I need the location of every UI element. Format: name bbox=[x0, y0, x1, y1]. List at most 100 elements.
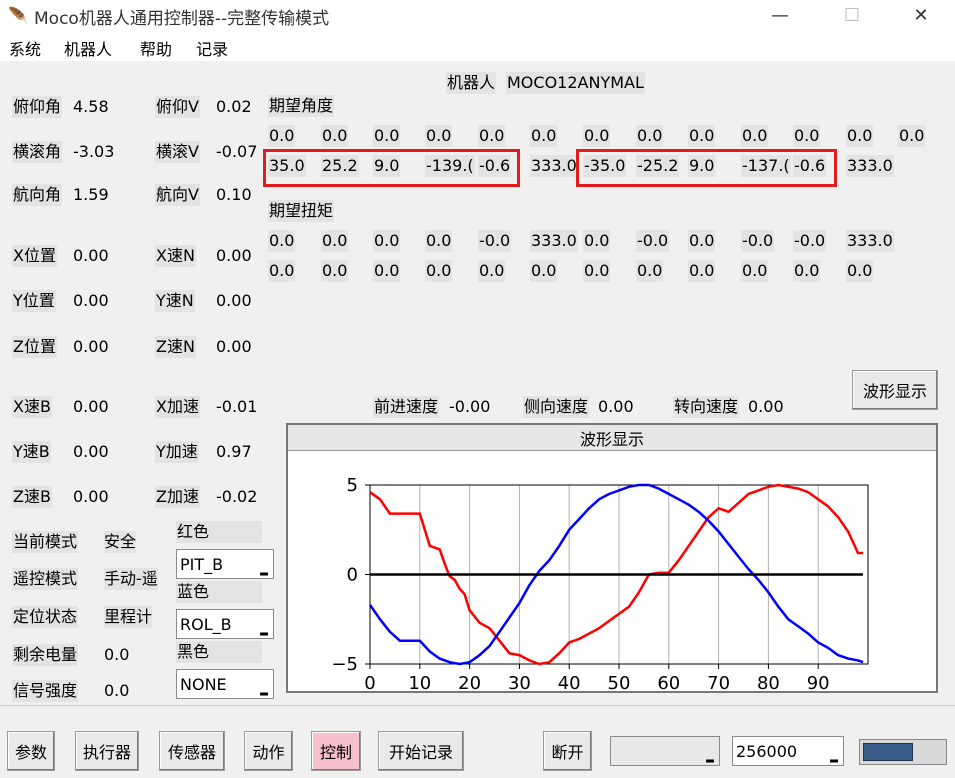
y-vel-b-label: Y速B bbox=[12, 441, 51, 463]
baud-select[interactable]: 256000 ▂ bbox=[732, 736, 844, 766]
red-series-select[interactable]: PIT_B ▂ bbox=[176, 549, 274, 579]
x-tick-label: 60 bbox=[657, 673, 680, 691]
expected-torque-cell: 0.0 bbox=[425, 260, 453, 282]
signal-strength-value: 0.0 bbox=[104, 681, 130, 700]
expected-angle-cell: 0.0 bbox=[793, 125, 821, 147]
battery-label: 剩余电量 bbox=[12, 644, 79, 666]
sensor-button[interactable]: 传感器 bbox=[159, 731, 225, 771]
expected-torque-cell: -0.0 bbox=[741, 230, 775, 252]
expected-torque-cell: 0.0 bbox=[321, 260, 349, 282]
chevron-down-icon: ▂ bbox=[827, 749, 841, 763]
action-button[interactable]: 动作 bbox=[244, 731, 293, 771]
black-series-select[interactable]: NONE ▂ bbox=[176, 669, 274, 699]
expected-torque-cell: 0.0 bbox=[688, 260, 716, 282]
waveform-display-button[interactable]: 波形显示 bbox=[852, 370, 938, 410]
z-vel-n-value: 0.00 bbox=[216, 337, 252, 356]
roll-v-value: -0.07 bbox=[216, 142, 258, 161]
blue-series-value: ROL_B bbox=[180, 614, 232, 634]
x-accel-label: X加速 bbox=[155, 396, 200, 418]
expected-torque-cell: 0.0 bbox=[425, 230, 453, 252]
expected-angle-cell: 0.0 bbox=[425, 125, 453, 147]
start-record-button[interactable]: 开始记录 bbox=[378, 731, 464, 771]
expected-angle-cell: 333.0 bbox=[846, 155, 894, 177]
yaw-v-label: 航向V bbox=[155, 184, 200, 206]
turn-speed-value: 0.00 bbox=[748, 397, 784, 416]
x-tick-label: 70 bbox=[707, 673, 730, 691]
expected-angle-cell: 0.0 bbox=[898, 125, 926, 147]
menu-record[interactable]: 记录 bbox=[196, 36, 228, 60]
port-select[interactable]: ▂ bbox=[610, 736, 720, 766]
lateral-speed-value: 0.00 bbox=[598, 397, 634, 416]
battery-value: 0.0 bbox=[104, 645, 130, 664]
red-series-label: 红色 bbox=[176, 521, 262, 543]
remote-mode-label: 遥控模式 bbox=[12, 568, 79, 590]
expected-torque-cell: 0.0 bbox=[321, 230, 349, 252]
chevron-down-icon: ▂ bbox=[257, 682, 271, 696]
y-accel-value: 0.97 bbox=[216, 442, 252, 461]
yaw-value: 1.59 bbox=[73, 185, 109, 204]
y-pos-value: 0.00 bbox=[73, 291, 109, 310]
current-mode-value: 安全 bbox=[104, 531, 137, 553]
expected-angle-cell: 333.0 bbox=[530, 155, 578, 177]
waveform-chart: 0 10 20 30 40 50 60 70 80 9050−5 bbox=[331, 475, 869, 691]
yaw-v-value: 0.10 bbox=[216, 185, 252, 204]
disconnect-button[interactable]: 断开 bbox=[543, 731, 592, 771]
expected-torque-cell: 0.0 bbox=[846, 260, 874, 282]
expected-angle-cell: 0.0 bbox=[846, 125, 874, 147]
expected-torque-cell: 0.0 bbox=[583, 230, 611, 252]
window-title: Moco机器人通用控制器--完整传输模式 bbox=[34, 9, 330, 29]
expected-torque-cell: 333.0 bbox=[530, 230, 578, 252]
expected-torque-cell: 0.0 bbox=[583, 260, 611, 282]
minimize-button[interactable]: — bbox=[757, 0, 803, 30]
x-tick-label: 90 bbox=[807, 673, 830, 691]
expected-angle-title: 期望角度 bbox=[268, 95, 335, 117]
roll-value: -3.03 bbox=[73, 142, 115, 161]
menu-robot[interactable]: 机器人 bbox=[64, 36, 112, 60]
y-vel-n-value: 0.00 bbox=[216, 291, 252, 310]
expected-torque-cell: 0.0 bbox=[793, 260, 821, 282]
lateral-speed-label: 侧向速度 bbox=[523, 396, 590, 418]
highlight-box-right bbox=[576, 149, 837, 187]
menu-help[interactable]: 帮助 bbox=[140, 36, 172, 60]
signal-strength-label: 信号强度 bbox=[12, 680, 79, 702]
waveform-plot-title: 波形显示 bbox=[288, 425, 936, 451]
pitch-label: 俯仰角 bbox=[12, 96, 63, 118]
menu-system[interactable]: 系统 bbox=[9, 36, 41, 60]
expected-torque-cell: 0.0 bbox=[373, 260, 401, 282]
x-tick-label: 20 bbox=[458, 673, 481, 691]
expected-torque-cell: 0.0 bbox=[373, 230, 401, 252]
blue-series-select[interactable]: ROL_B ▂ bbox=[176, 609, 274, 639]
z-vel-b-label: Z速B bbox=[12, 486, 52, 508]
expected-torque-cell: -0.0 bbox=[636, 230, 670, 252]
expected-angle-cell: 0.0 bbox=[478, 125, 506, 147]
control-button[interactable]: 控制 bbox=[311, 731, 361, 771]
y-vel-b-value: 0.00 bbox=[73, 442, 109, 461]
expected-angle-cell: 0.0 bbox=[373, 125, 401, 147]
x-tick-label: 50 bbox=[608, 673, 631, 691]
red-series-value: PIT_B bbox=[180, 554, 224, 574]
params-button[interactable]: 参数 bbox=[7, 731, 55, 771]
remote-mode-value: 手动-遥 bbox=[104, 568, 158, 590]
blue-series-label: 蓝色 bbox=[176, 581, 262, 603]
close-button[interactable]: ✕ bbox=[898, 0, 944, 30]
expected-torque-cell: 0.0 bbox=[268, 230, 296, 252]
black-series-value: NONE bbox=[180, 674, 227, 694]
x-pos-value: 0.00 bbox=[73, 246, 109, 265]
expected-torque-cell: 0.0 bbox=[636, 260, 664, 282]
baud-select-value: 256000 bbox=[736, 741, 798, 761]
z-vel-n-label: Z速N bbox=[155, 336, 196, 358]
maximize-button[interactable]: ☐ bbox=[829, 0, 875, 30]
actuator-button[interactable]: 执行器 bbox=[75, 731, 139, 771]
y-tick-label: −5 bbox=[331, 654, 358, 675]
expected-torque-cell: 0.0 bbox=[688, 230, 716, 252]
y-accel-label: Y加速 bbox=[155, 441, 199, 463]
x-vel-n-value: 0.00 bbox=[216, 246, 252, 265]
expected-torque-cell: 0.0 bbox=[478, 260, 506, 282]
location-status-label: 定位状态 bbox=[12, 606, 79, 628]
x-tick-label: 40 bbox=[558, 673, 581, 691]
feather-app-icon: 🪶 bbox=[8, 6, 28, 25]
x-vel-n-label: X速N bbox=[155, 245, 196, 267]
waveform-plot-panel: 波形显示 0 10 20 30 40 50 60 70 80 90 5 0 −5 bbox=[286, 423, 938, 693]
x-vel-b-label: X速B bbox=[12, 396, 52, 418]
z-pos-label: Z位置 bbox=[12, 336, 57, 358]
